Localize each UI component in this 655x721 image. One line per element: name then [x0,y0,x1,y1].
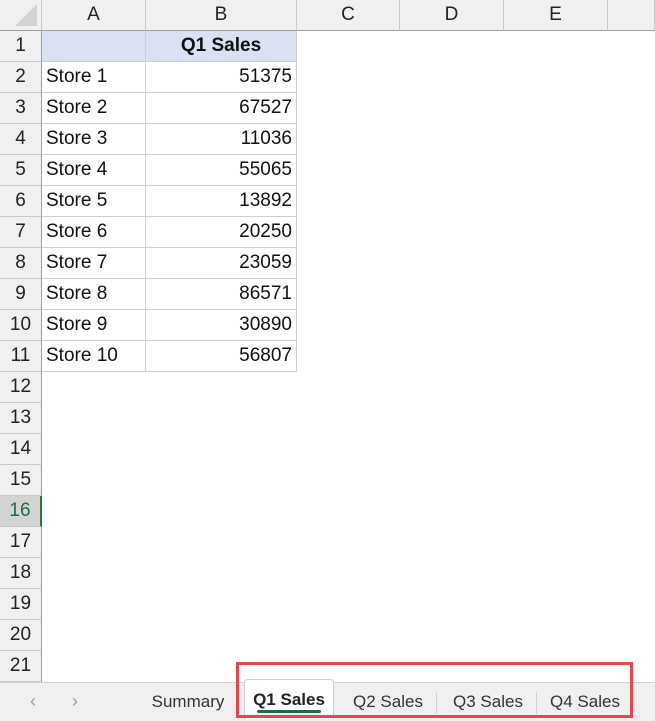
row-header-16[interactable]: 16 [0,496,42,527]
cell-a10[interactable]: Store 9 [42,310,146,341]
sheet-tab-label: Q3 Sales [453,692,523,711]
row-header-11[interactable]: 11 [0,341,42,372]
sheet-tab-q3-sales[interactable]: Q3 Sales [440,683,536,721]
cell-b9[interactable]: 86571 [146,279,297,310]
cell-a3[interactable]: Store 2 [42,93,146,124]
cell-b3[interactable]: 67527 [146,93,297,124]
sheet-tab-q4-sales[interactable]: Q4 Sales [538,683,632,721]
cell-b8[interactable]: 23059 [146,248,297,279]
cell-a2[interactable]: Store 1 [42,62,146,93]
row-header-14[interactable]: 14 [0,434,42,465]
row-header-10[interactable]: 10 [0,310,42,341]
column-header-c[interactable]: C [297,0,400,31]
row-header-9[interactable]: 9 [0,279,42,310]
select-all-triangle-icon [15,4,37,26]
cell-b6[interactable]: 13892 [146,186,297,217]
row-header-18[interactable]: 18 [0,558,42,589]
sheet-tab-label: Q1 Sales [253,689,325,709]
row-header-21[interactable]: 21 [0,651,42,682]
sheet-tab-label: Summary [151,692,225,711]
row-header-8[interactable]: 8 [0,248,42,279]
row-header-4[interactable]: 4 [0,124,42,155]
sheet-tab-label: Q2 Sales [353,692,423,711]
cell-a7[interactable]: Store 6 [42,217,146,248]
column-header-a[interactable]: A [42,0,146,31]
cell-b5[interactable]: 55065 [146,155,297,186]
sheet-tab-label: Q4 Sales [550,692,620,711]
tab-separator [536,692,537,714]
row-header-5[interactable]: 5 [0,155,42,186]
cell-b1[interactable]: Q1 Sales [146,31,297,62]
scroll-tabs-right-icon[interactable]: › [72,691,78,712]
row-header-13[interactable]: 13 [0,403,42,434]
tab-separator [436,692,437,714]
sheet-tab-q2-sales[interactable]: Q2 Sales [340,683,436,721]
cell-b7[interactable]: 20250 [146,217,297,248]
cell-a4[interactable]: Store 3 [42,124,146,155]
cell-a8[interactable]: Store 7 [42,248,146,279]
row-header-7[interactable]: 7 [0,217,42,248]
row-header-20[interactable]: 20 [0,620,42,651]
row-header-17[interactable]: 17 [0,527,42,558]
cell-a6[interactable]: Store 5 [42,186,146,217]
row-header-1[interactable]: 1 [0,31,42,62]
cell-a11[interactable]: Store 10 [42,341,146,372]
column-header-b[interactable]: B [146,0,297,31]
cell-b11[interactable]: 56807 [146,341,297,372]
cell-b2[interactable]: 51375 [146,62,297,93]
row-header-6[interactable]: 6 [0,186,42,217]
row-header-15[interactable]: 15 [0,465,42,496]
column-header-e[interactable]: E [504,0,608,31]
row-header-12[interactable]: 12 [0,372,42,403]
sheet-tab-bar: ‹ › Summary Q1 Sales Q2 Sales Q3 Sales Q4 Sa… [0,679,655,721]
scroll-tabs-left-icon[interactable]: ‹ [30,691,36,712]
cell-b4[interactable]: 11036 [146,124,297,155]
sheet-tab-summary[interactable]: Summary [138,683,238,721]
active-tab-underline [257,710,321,713]
row-header-19[interactable]: 19 [0,589,42,620]
column-header-f[interactable] [608,0,655,31]
sheet-tab-q1-sales[interactable]: Q1 Sales [244,679,334,719]
row-header-2[interactable]: 2 [0,62,42,93]
cell-b10[interactable]: 30890 [146,310,297,341]
column-header-d[interactable]: D [400,0,504,31]
row-header-3[interactable]: 3 [0,93,42,124]
spreadsheet-grid: ABCDE 1 2 3 4 5 6 7 8 9 10 11 12 13 14 15 16 17 18 19 20 21 … [0,0,655,682]
select-all-button[interactable] [0,0,42,31]
cell-a5[interactable]: Store 4 [42,155,146,186]
cell-a9[interactable]: Store 8 [42,279,146,310]
cell-a1[interactable] [42,31,146,62]
